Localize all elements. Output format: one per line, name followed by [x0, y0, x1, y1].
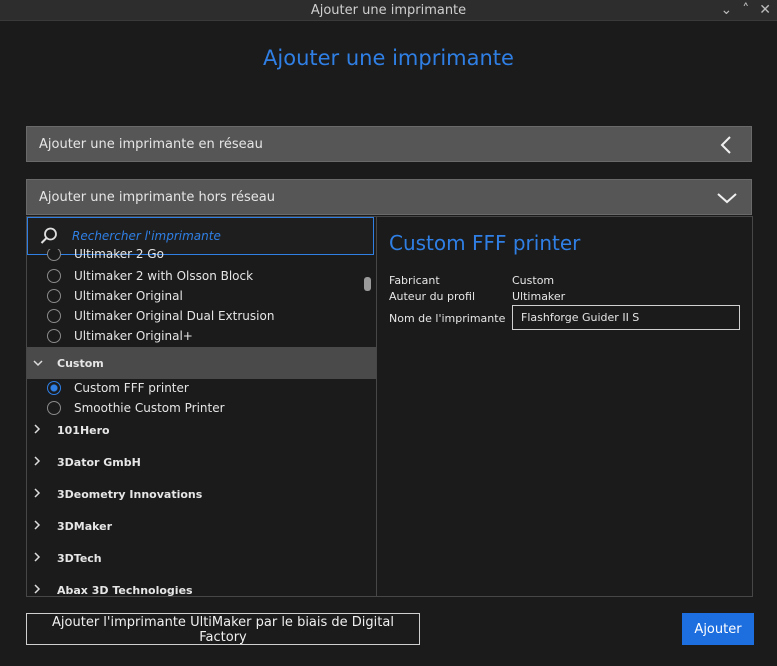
window-controls: ⌄ ˄ ✕ — [721, 0, 771, 20]
chevron-right-icon — [33, 423, 43, 437]
maximize-icon[interactable]: ˄ — [742, 0, 749, 20]
local-printer-label: Ajouter une imprimante hors réseau — [39, 189, 275, 205]
radio-button[interactable] — [47, 249, 61, 261]
group-item[interactable]: Abax 3D Technologies — [27, 574, 376, 596]
chevron-down-icon — [717, 193, 737, 204]
radio-button[interactable] — [47, 329, 61, 343]
chevron-right-icon — [33, 551, 43, 565]
chevron-right-icon — [33, 519, 43, 533]
profile-author-row: Auteur du profil Ultimaker — [389, 290, 566, 303]
chevron-right-icon — [33, 455, 43, 469]
printer-details-pane: Custom FFF printer Fabricant Custom Aute… — [377, 217, 752, 596]
scrollbar-thumb[interactable] — [364, 277, 371, 291]
list-item-selected[interactable]: Custom FFF printer — [27, 378, 376, 398]
minimize-icon[interactable]: ⌄ — [721, 0, 733, 20]
list-item[interactable]: Ultimaker 2 with Olsson Block — [27, 266, 376, 286]
radio-button[interactable] — [47, 309, 61, 323]
radio-button[interactable] — [47, 289, 61, 303]
window-title: Ajouter une imprimante — [310, 2, 467, 18]
chevron-left-icon — [720, 136, 731, 154]
chevron-down-icon — [33, 357, 43, 370]
list-item[interactable]: Ultimaker Original — [27, 286, 376, 306]
group-custom[interactable]: Custom — [27, 347, 376, 379]
printer-name-input[interactable] — [512, 305, 740, 330]
printer-name-label: Nom de l'imprimante — [389, 312, 506, 325]
list-item[interactable]: Ultimaker 2 Go — [27, 249, 376, 261]
radio-button-checked[interactable] — [47, 381, 61, 395]
selected-printer-name: Custom FFF printer — [389, 231, 581, 255]
add-via-digital-factory-button[interactable]: Ajouter l'imprimante UltiMaker par le bi… — [26, 613, 420, 645]
group-item[interactable]: 101Hero — [27, 414, 376, 446]
manufacturer-row: Fabricant Custom — [389, 274, 555, 287]
add-printer-button[interactable]: Ajouter — [682, 613, 754, 645]
printer-selection-panel: Ultimaker 2 Go Ultimaker 2 with Olsson B… — [26, 216, 753, 597]
printer-search-input[interactable] — [70, 228, 334, 244]
group-item[interactable]: 3Dator GmbH — [27, 446, 376, 478]
chevron-right-icon — [33, 487, 43, 501]
close-icon[interactable]: ✕ — [759, 0, 771, 20]
window-titlebar: Ajouter une imprimante ⌄ ˄ ✕ — [0, 0, 777, 21]
list-item[interactable]: Ultimaker Original Dual Extrusion — [27, 306, 376, 326]
radio-button[interactable] — [47, 401, 61, 415]
radio-button[interactable] — [47, 269, 61, 283]
network-printer-section[interactable]: Ajouter une imprimante en réseau — [26, 126, 752, 162]
network-printer-label: Ajouter une imprimante en réseau — [39, 136, 263, 152]
chevron-right-icon — [33, 583, 43, 597]
local-printer-section[interactable]: Ajouter une imprimante hors réseau — [26, 179, 752, 215]
group-item[interactable]: 3Deometry Innovations — [27, 478, 376, 510]
list-item[interactable]: Ultimaker Original+ — [27, 326, 376, 346]
group-item[interactable]: 3DMaker — [27, 510, 376, 542]
dialog-title: Ajouter une imprimante — [263, 46, 514, 70]
group-item[interactable]: 3DTech — [27, 542, 376, 574]
printer-list-pane: Ultimaker 2 Go Ultimaker 2 with Olsson B… — [27, 217, 377, 596]
search-icon — [40, 227, 57, 244]
